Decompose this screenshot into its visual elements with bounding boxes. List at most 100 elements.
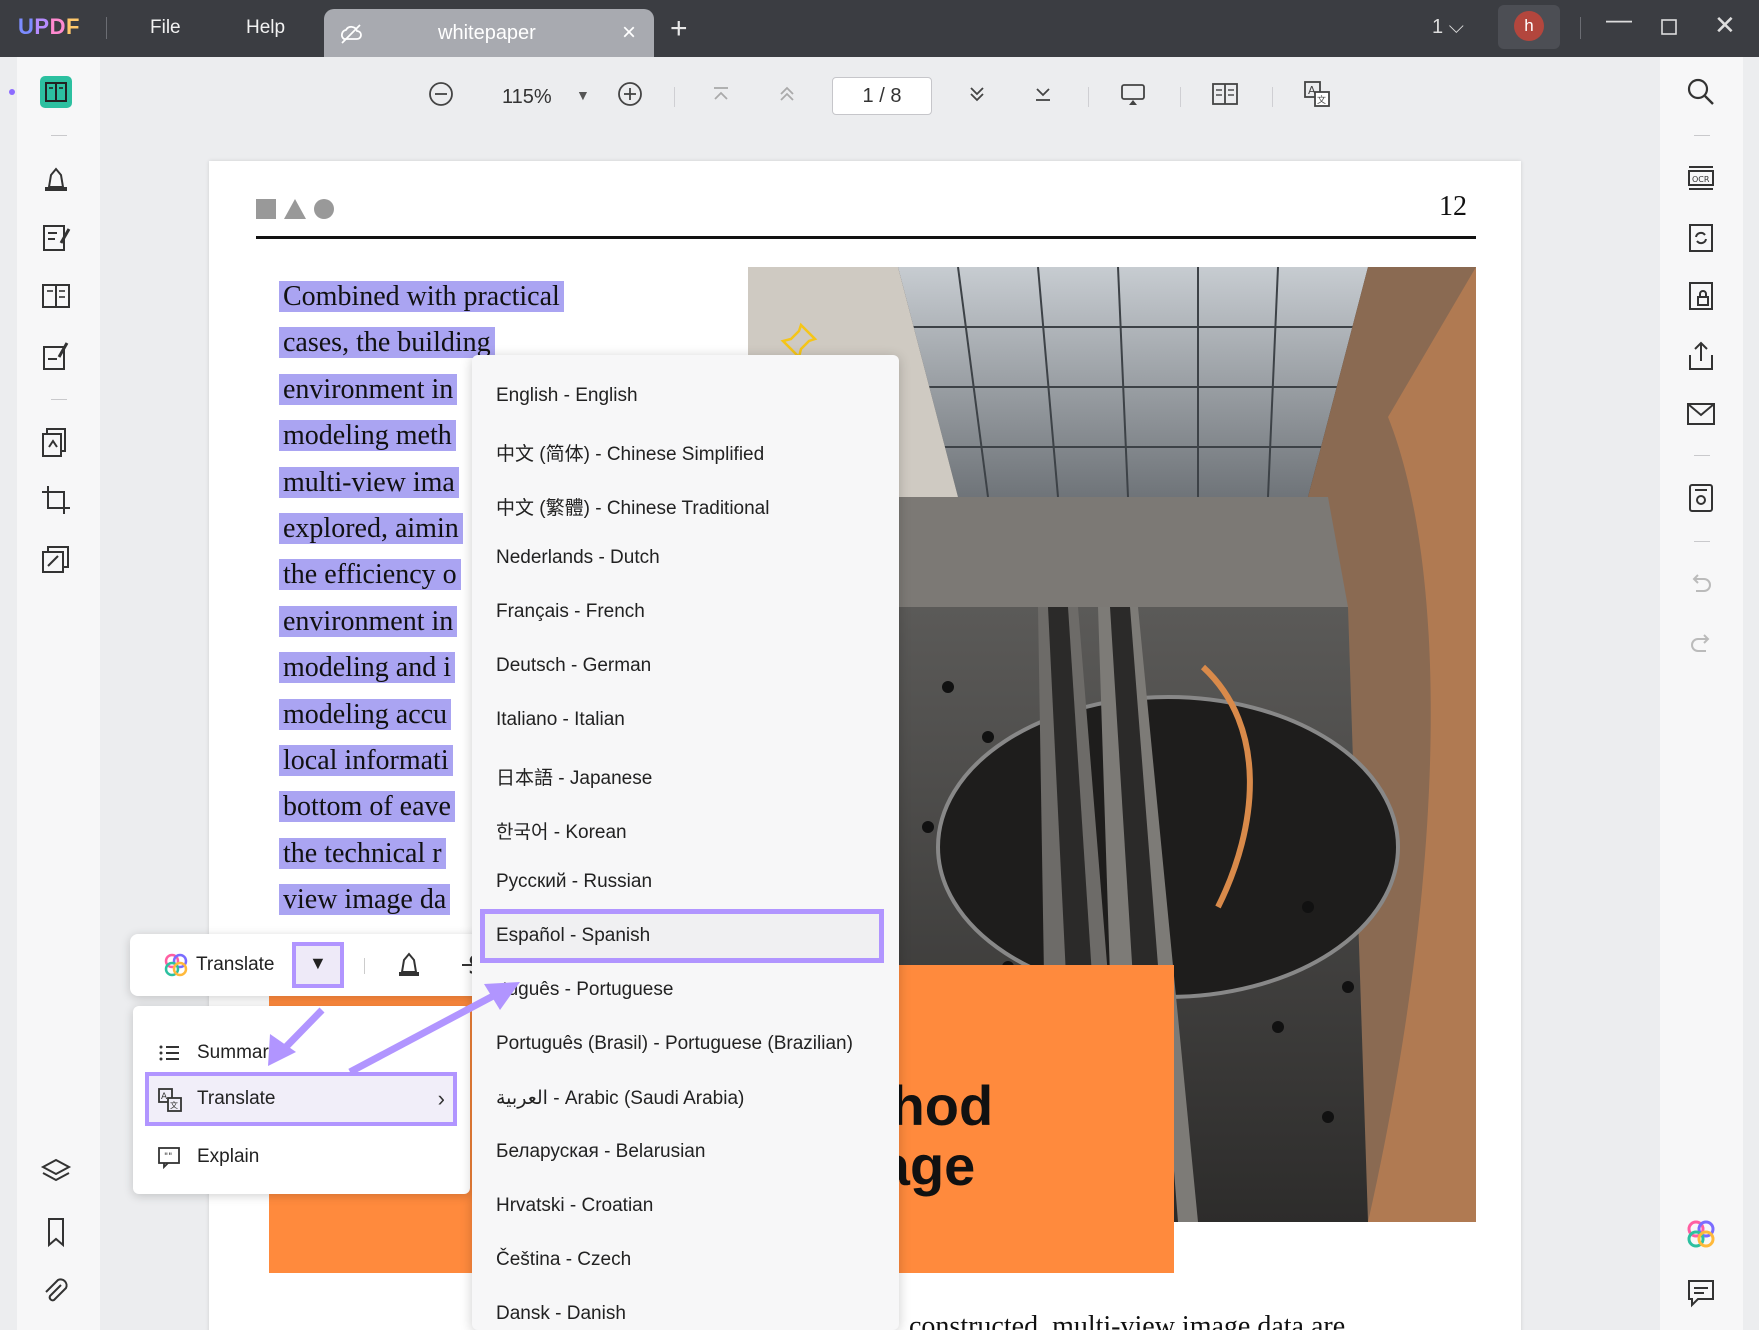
crop-icon[interactable] [39, 483, 73, 517]
window-count-dropdown[interactable]: 1 ⌵ [1432, 16, 1464, 39]
organize-pages-icon[interactable] [39, 425, 73, 459]
protect-icon[interactable] [1684, 279, 1718, 313]
attachment-icon[interactable] [39, 1275, 73, 1309]
language-option[interactable]: 中文 (简体) - Chinese Simplified [472, 423, 899, 477]
page-layout-icon[interactable] [39, 279, 73, 313]
convert-icon[interactable] [1684, 221, 1718, 255]
ai-assistant-icon[interactable] [1684, 1217, 1718, 1251]
page-display-icon[interactable] [1210, 79, 1240, 109]
zoom-level[interactable]: 115% [502, 86, 552, 109]
highlighted-text-line[interactable]: the technical r [279, 837, 446, 870]
language-option[interactable]: Беларуская - Belarusian [472, 1125, 899, 1179]
highlighted-text-line[interactable]: the efficiency o [279, 559, 461, 591]
highlighted-text: the efficiency o [279, 559, 461, 591]
language-option[interactable]: 中文 (繁體) - Chinese Traditional [472, 477, 899, 531]
language-option[interactable]: Français - French [472, 585, 899, 639]
tab-close-icon[interactable]: × [622, 19, 636, 47]
language-option-label: Deutsch - German [496, 655, 652, 676]
caret-down-icon: ▼ [309, 953, 327, 973]
comment-highlighter-icon[interactable] [39, 161, 73, 195]
undo-icon[interactable] [1684, 567, 1718, 601]
page-number-input[interactable]: 1 / 8 [832, 77, 932, 115]
highlighted-text: environment in [279, 373, 458, 405]
language-option[interactable]: 日本語 - Japanese [472, 747, 899, 801]
sidebar-divider [1694, 135, 1710, 136]
highlighted-text-line[interactable]: multi-view ima [279, 466, 459, 499]
share-icon[interactable] [1684, 339, 1718, 373]
menu-item-explain[interactable]: "" Explain [133, 1130, 470, 1184]
highlighted-text-line[interactable]: view image da [279, 884, 451, 916]
translate-page-icon[interactable]: A文 [1302, 79, 1332, 109]
highlighted-text-line[interactable]: bottom of eave [279, 791, 455, 823]
minimize-icon[interactable]: — [1606, 4, 1632, 35]
language-option[interactable]: Dansk - Danish [472, 1287, 899, 1330]
next-page-icon[interactable] [962, 79, 992, 109]
menu-file[interactable]: File [150, 17, 181, 39]
language-option-label: Português (Brasil) - Portuguese (Brazili… [496, 1033, 853, 1054]
previous-page-icon[interactable] [772, 79, 802, 109]
highlighted-text: local informati [279, 745, 453, 776]
search-icon[interactable] [1684, 75, 1718, 109]
language-option[interactable]: Nederlands - Dutch [472, 531, 899, 585]
zoom-out-icon[interactable] [426, 79, 456, 109]
language-option-label: Русский - Russian [496, 871, 653, 892]
highlighted-text-line[interactable]: modeling accu [279, 698, 452, 731]
language-option[interactable]: Русский - Russian [472, 855, 899, 909]
toolbar-divider [1088, 87, 1089, 107]
ai-dropdown-button[interactable]: ▼ [292, 942, 344, 988]
ocr-icon[interactable]: OCR [1684, 161, 1718, 195]
new-tab-plus-icon[interactable]: + [670, 12, 688, 46]
toolbar-divider [364, 958, 365, 974]
bookmark-icon[interactable] [39, 1215, 73, 1249]
email-icon[interactable] [1684, 397, 1718, 431]
language-option-selected[interactable]: Español - Spanish [480, 909, 884, 963]
language-option[interactable]: العربية - Arabic (Saudi Arabia) [472, 1071, 899, 1125]
decorative-shapes-icon [256, 199, 334, 219]
page-number: 12 [1439, 191, 1467, 222]
highlighted-text-line[interactable]: local informati [279, 745, 453, 777]
close-window-icon[interactable]: ✕ [1714, 10, 1736, 41]
fill-sign-icon[interactable] [39, 339, 73, 373]
highlighted-text-line[interactable]: environment in [279, 373, 458, 406]
comments-panel-icon[interactable] [1684, 1275, 1718, 1309]
language-option[interactable]: Čeština - Czech [472, 1233, 899, 1287]
first-page-icon[interactable] [706, 79, 736, 109]
sidebar-divider [51, 399, 67, 400]
language-option[interactable]: Deutsch - German [472, 639, 899, 693]
menu-item-translate[interactable]: A 文 Translate › [145, 1072, 457, 1126]
highlighted-text-line[interactable]: environment in [279, 605, 458, 638]
translate-button[interactable]: Translate [196, 954, 275, 976]
language-option-label: English - English [496, 385, 638, 406]
highlighted-text-line[interactable]: explored, aimin [279, 513, 463, 545]
language-option[interactable]: English - English [472, 369, 899, 423]
maximize-icon[interactable] [1660, 10, 1678, 43]
zoom-dropdown-icon[interactable]: ▼ [576, 87, 590, 103]
chevron-right-icon: › [437, 1086, 445, 1111]
highlighted-text-line[interactable]: Combined with practical [279, 281, 564, 313]
last-page-icon[interactable] [1028, 79, 1058, 109]
document-tab[interactable]: whitepaper × [324, 9, 654, 57]
zoom-in-icon[interactable] [615, 79, 645, 109]
highlighted-text: bottom of eave [279, 791, 455, 823]
redo-icon[interactable] [1684, 627, 1718, 661]
edit-pdf-icon[interactable] [39, 221, 73, 255]
updf-ai-icon [164, 953, 188, 977]
language-option[interactable]: rtuguês - Portuguese [472, 963, 899, 1017]
reader-mode-icon[interactable] [39, 75, 73, 109]
layers-icon[interactable] [39, 1155, 73, 1189]
language-option[interactable]: Italiano - Italian [472, 693, 899, 747]
slideshow-icon[interactable] [1118, 79, 1148, 109]
sidebar-divider [1694, 541, 1710, 542]
highlighted-text-line[interactable]: cases, the building [279, 327, 495, 359]
language-option[interactable]: Português (Brasil) - Portuguese (Brazili… [472, 1017, 899, 1071]
menu-help[interactable]: Help [246, 17, 285, 39]
svg-text:OCR: OCR [1692, 175, 1710, 184]
highlighted-text-line[interactable]: modeling and i [279, 652, 455, 684]
highlighter-icon[interactable] [394, 948, 424, 980]
tools-icon[interactable] [39, 543, 73, 577]
language-option[interactable]: 한국어 - Korean [472, 801, 899, 855]
save-icon[interactable] [1684, 481, 1718, 515]
account-button[interactable]: h [1498, 5, 1560, 49]
highlighted-text-line[interactable]: modeling meth [279, 420, 456, 452]
language-option[interactable]: Hrvatski - Croatian [472, 1179, 899, 1233]
